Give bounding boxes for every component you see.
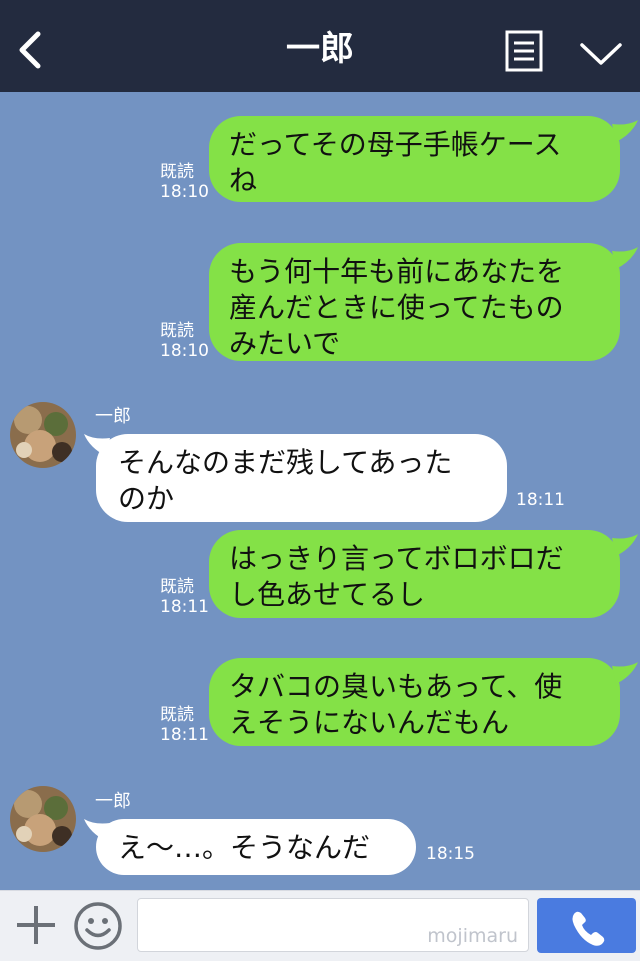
sender-name: 一郎 <box>95 406 131 427</box>
read-receipt: 既読 <box>160 162 194 182</box>
bubble-tail <box>612 247 638 269</box>
watermark: mojimaru <box>427 925 518 947</box>
notes-icon <box>505 30 543 72</box>
bubble-tail <box>612 120 638 142</box>
back-button[interactable] <box>14 30 46 70</box>
message-time: 18:11 <box>160 597 209 617</box>
message-meta: 既読 18:11 <box>160 705 209 745</box>
message-meta: 既読 18:11 <box>160 577 209 617</box>
message-time: 18:15 <box>426 844 475 864</box>
chat-title: 一郎 <box>286 29 354 69</box>
emoji-icon <box>74 902 122 950</box>
message-time: 18:11 <box>516 490 565 510</box>
message-meta: 既読 18:10 <box>160 162 209 202</box>
expand-button[interactable] <box>578 40 624 68</box>
call-button[interactable] <box>537 898 636 953</box>
message-time: 18:11 <box>160 725 209 745</box>
plus-icon <box>17 906 55 944</box>
plus-button[interactable] <box>14 903 58 947</box>
message-time: 18:10 <box>160 341 209 361</box>
chevron-left-icon <box>19 31 41 69</box>
emoji-button[interactable] <box>73 901 123 951</box>
read-receipt: 既読 <box>160 321 194 341</box>
avatar-image <box>10 402 76 468</box>
phone-icon <box>572 911 605 946</box>
avatar-image <box>10 786 76 852</box>
message-bubble[interactable]: そんなのまだ残してあった のか <box>96 434 507 522</box>
message-bubble[interactable]: だってその母子手帳ケース ね <box>209 116 620 202</box>
bubble-tail <box>612 662 638 684</box>
avatar[interactable] <box>10 402 76 468</box>
avatar[interactable] <box>10 786 76 852</box>
message-bubble[interactable]: はっきり言ってボロボロだ し色あせてるし <box>209 530 620 618</box>
message-bubble[interactable]: もう何十年も前にあなたを 産んだときに使ってたもの みたいで <box>209 243 620 361</box>
notes-button[interactable] <box>505 30 543 72</box>
message-bubble[interactable]: タバコの臭いもあって、使 えそうにないんだもん <box>209 658 620 746</box>
message-list[interactable]: だってその母子手帳ケース ね 既読 18:10 もう何十年も前にあなたを 産んだ… <box>0 92 640 890</box>
bubble-tail <box>612 534 638 556</box>
input-bar: mojimaru <box>0 890 640 961</box>
read-receipt: 既読 <box>160 577 194 597</box>
message-bubble[interactable]: え〜…。そうなんだ <box>96 819 416 875</box>
message-input[interactable]: mojimaru <box>137 898 529 952</box>
message-time: 18:10 <box>160 182 209 202</box>
chat-header: 一郎 <box>0 0 640 92</box>
chevron-down-icon <box>580 43 622 65</box>
sender-name: 一郎 <box>95 791 131 812</box>
read-receipt: 既読 <box>160 705 194 725</box>
message-meta: 既読 18:10 <box>160 321 209 361</box>
